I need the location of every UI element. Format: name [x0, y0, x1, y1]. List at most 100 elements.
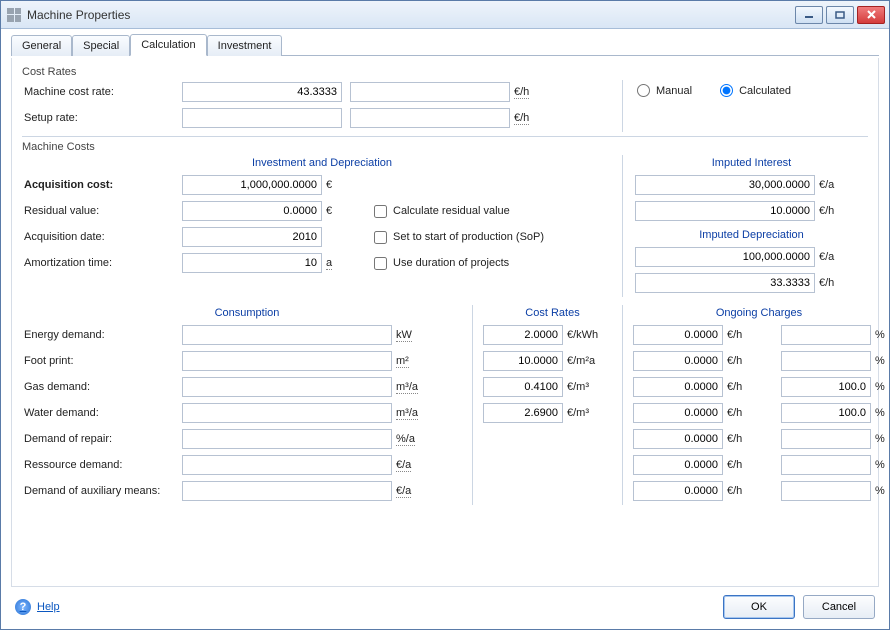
machine-cost-rate-unit: €/h: [514, 86, 529, 99]
consumption-unit: m²: [396, 355, 409, 368]
consumption-input[interactable]: [182, 455, 392, 475]
maximize-button[interactable]: [826, 6, 854, 24]
consumption-unit: %/a: [396, 433, 415, 446]
cost-rate-input[interactable]: [483, 377, 563, 397]
ongoing-pct-input[interactable]: [781, 403, 871, 423]
consumption-label: Foot print:: [22, 355, 182, 367]
cost-rate-input[interactable]: [483, 351, 563, 371]
ongoing-pct-unit: %: [871, 329, 885, 341]
mode-calculated-radio[interactable]: Calculated: [720, 84, 791, 97]
consumption-row: Demand of repair: %/a: [22, 427, 472, 451]
cost-rate-unit: €/kWh: [563, 329, 613, 341]
consumption-input[interactable]: [182, 429, 392, 449]
consumption-input[interactable]: [182, 351, 392, 371]
tab-investment[interactable]: Investment: [207, 35, 283, 56]
ongoing-charge-input[interactable]: [633, 455, 723, 475]
sop-input[interactable]: [374, 231, 387, 244]
ongoing-charges-heading: Ongoing Charges: [633, 305, 885, 323]
consumption-label: Ressource demand:: [22, 459, 182, 471]
ongoing-pct-unit: %: [871, 355, 885, 367]
ongoing-pct-input[interactable]: [781, 481, 871, 501]
consumption-row: Energy demand:kW: [22, 323, 472, 347]
imputed-depreciation-annual-unit: €/a: [815, 251, 855, 263]
calc-residual-checkbox[interactable]: Calculate residual value: [374, 205, 510, 218]
consumption-unit: m³/a: [396, 381, 418, 394]
imputed-depreciation-annual-input[interactable]: [635, 247, 815, 267]
cost-rate-unit: €/m³: [563, 407, 613, 419]
cost-rate-input[interactable]: [483, 325, 563, 345]
imputed-interest-hourly-input[interactable]: [635, 201, 815, 221]
ongoing-row: €/h%: [633, 349, 885, 373]
sop-label: Set to start of production (SoP): [393, 231, 544, 243]
amortization-time-label: Amortization time:: [22, 257, 182, 269]
cost-rate-row: €/m³: [483, 401, 622, 425]
ongoing-charge-input[interactable]: [633, 377, 723, 397]
acquisition-date-input[interactable]: [182, 227, 322, 247]
consumption-unit: m³/a: [396, 407, 418, 420]
ongoing-row: €/h%: [633, 427, 885, 451]
duration-projects-label: Use duration of projects: [393, 257, 509, 269]
consumption-label: Demand of repair:: [22, 433, 182, 445]
ongoing-charge-unit: €/h: [723, 485, 751, 497]
consumption-row: Gas demand:m³/a: [22, 375, 472, 399]
help-link[interactable]: ? Help: [15, 599, 60, 615]
tab-general[interactable]: General: [11, 35, 72, 56]
duration-projects-input[interactable]: [374, 257, 387, 270]
tab-calculation[interactable]: Calculation: [130, 34, 206, 56]
setup-rate-input-2[interactable]: [350, 108, 510, 128]
acquisition-date-label: Acquisition date:: [22, 231, 182, 243]
machine-costs-heading: Machine Costs: [22, 139, 868, 153]
consumption-input[interactable]: [182, 377, 392, 397]
minimize-button[interactable]: [795, 6, 823, 24]
consumption-input[interactable]: [182, 403, 392, 423]
consumption-heading: Consumption: [22, 305, 472, 323]
ongoing-pct-unit: %: [871, 381, 885, 393]
residual-value-input[interactable]: [182, 201, 322, 221]
imputed-depreciation-hourly-unit: €/h: [815, 277, 855, 289]
mode-calculated-input[interactable]: [720, 84, 733, 97]
ongoing-charge-input[interactable]: [633, 351, 723, 371]
sop-checkbox[interactable]: Set to start of production (SoP): [374, 231, 544, 244]
consumption-input[interactable]: [182, 325, 392, 345]
close-button[interactable]: [857, 6, 885, 24]
acquisition-cost-input[interactable]: [182, 175, 322, 195]
ongoing-charge-input[interactable]: [633, 481, 723, 501]
ongoing-pct-input[interactable]: [781, 455, 871, 475]
ongoing-row: €/h%: [633, 323, 885, 347]
residual-value-unit: €: [322, 205, 342, 217]
imputed-interest-annual-input[interactable]: [635, 175, 815, 195]
machine-cost-rate-input[interactable]: [182, 82, 342, 102]
setup-rate-input[interactable]: [182, 108, 342, 128]
consumption-input[interactable]: [182, 481, 392, 501]
amortization-time-input[interactable]: [182, 253, 322, 273]
cancel-button[interactable]: Cancel: [803, 595, 875, 619]
ok-button[interactable]: OK: [723, 595, 795, 619]
ongoing-pct-input[interactable]: [781, 429, 871, 449]
cost-rate-row: €/m³: [483, 375, 622, 399]
ongoing-charge-input[interactable]: [633, 403, 723, 423]
ongoing-pct-input[interactable]: [781, 351, 871, 371]
tab-bar: General Special Calculation Investment: [11, 33, 879, 56]
ongoing-pct-unit: %: [871, 485, 885, 497]
consumption-label: Water demand:: [22, 407, 182, 419]
cost-rate-input[interactable]: [483, 403, 563, 423]
machine-cost-rate-input-2[interactable]: [350, 82, 510, 102]
imputed-depreciation-hourly-input[interactable]: [635, 273, 815, 293]
ongoing-charge-unit: €/h: [723, 407, 751, 419]
ongoing-charge-unit: €/h: [723, 433, 751, 445]
ongoing-charge-unit: €/h: [723, 355, 751, 367]
footer: ? Help OK Cancel: [11, 587, 879, 619]
consumption-row: Ressource demand:€/a: [22, 453, 472, 477]
tab-special[interactable]: Special: [72, 35, 130, 56]
mode-manual-label: Manual: [656, 85, 692, 97]
mode-manual-radio[interactable]: Manual: [637, 84, 692, 97]
imputed-interest-heading: Imputed Interest: [635, 155, 868, 173]
ongoing-charge-input[interactable]: [633, 325, 723, 345]
mode-manual-input[interactable]: [637, 84, 650, 97]
ongoing-pct-input[interactable]: [781, 325, 871, 345]
ongoing-pct-input[interactable]: [781, 377, 871, 397]
ongoing-charge-input[interactable]: [633, 429, 723, 449]
calc-residual-input[interactable]: [374, 205, 387, 218]
duration-projects-checkbox[interactable]: Use duration of projects: [374, 257, 509, 270]
cost-rate-row: [483, 427, 622, 451]
